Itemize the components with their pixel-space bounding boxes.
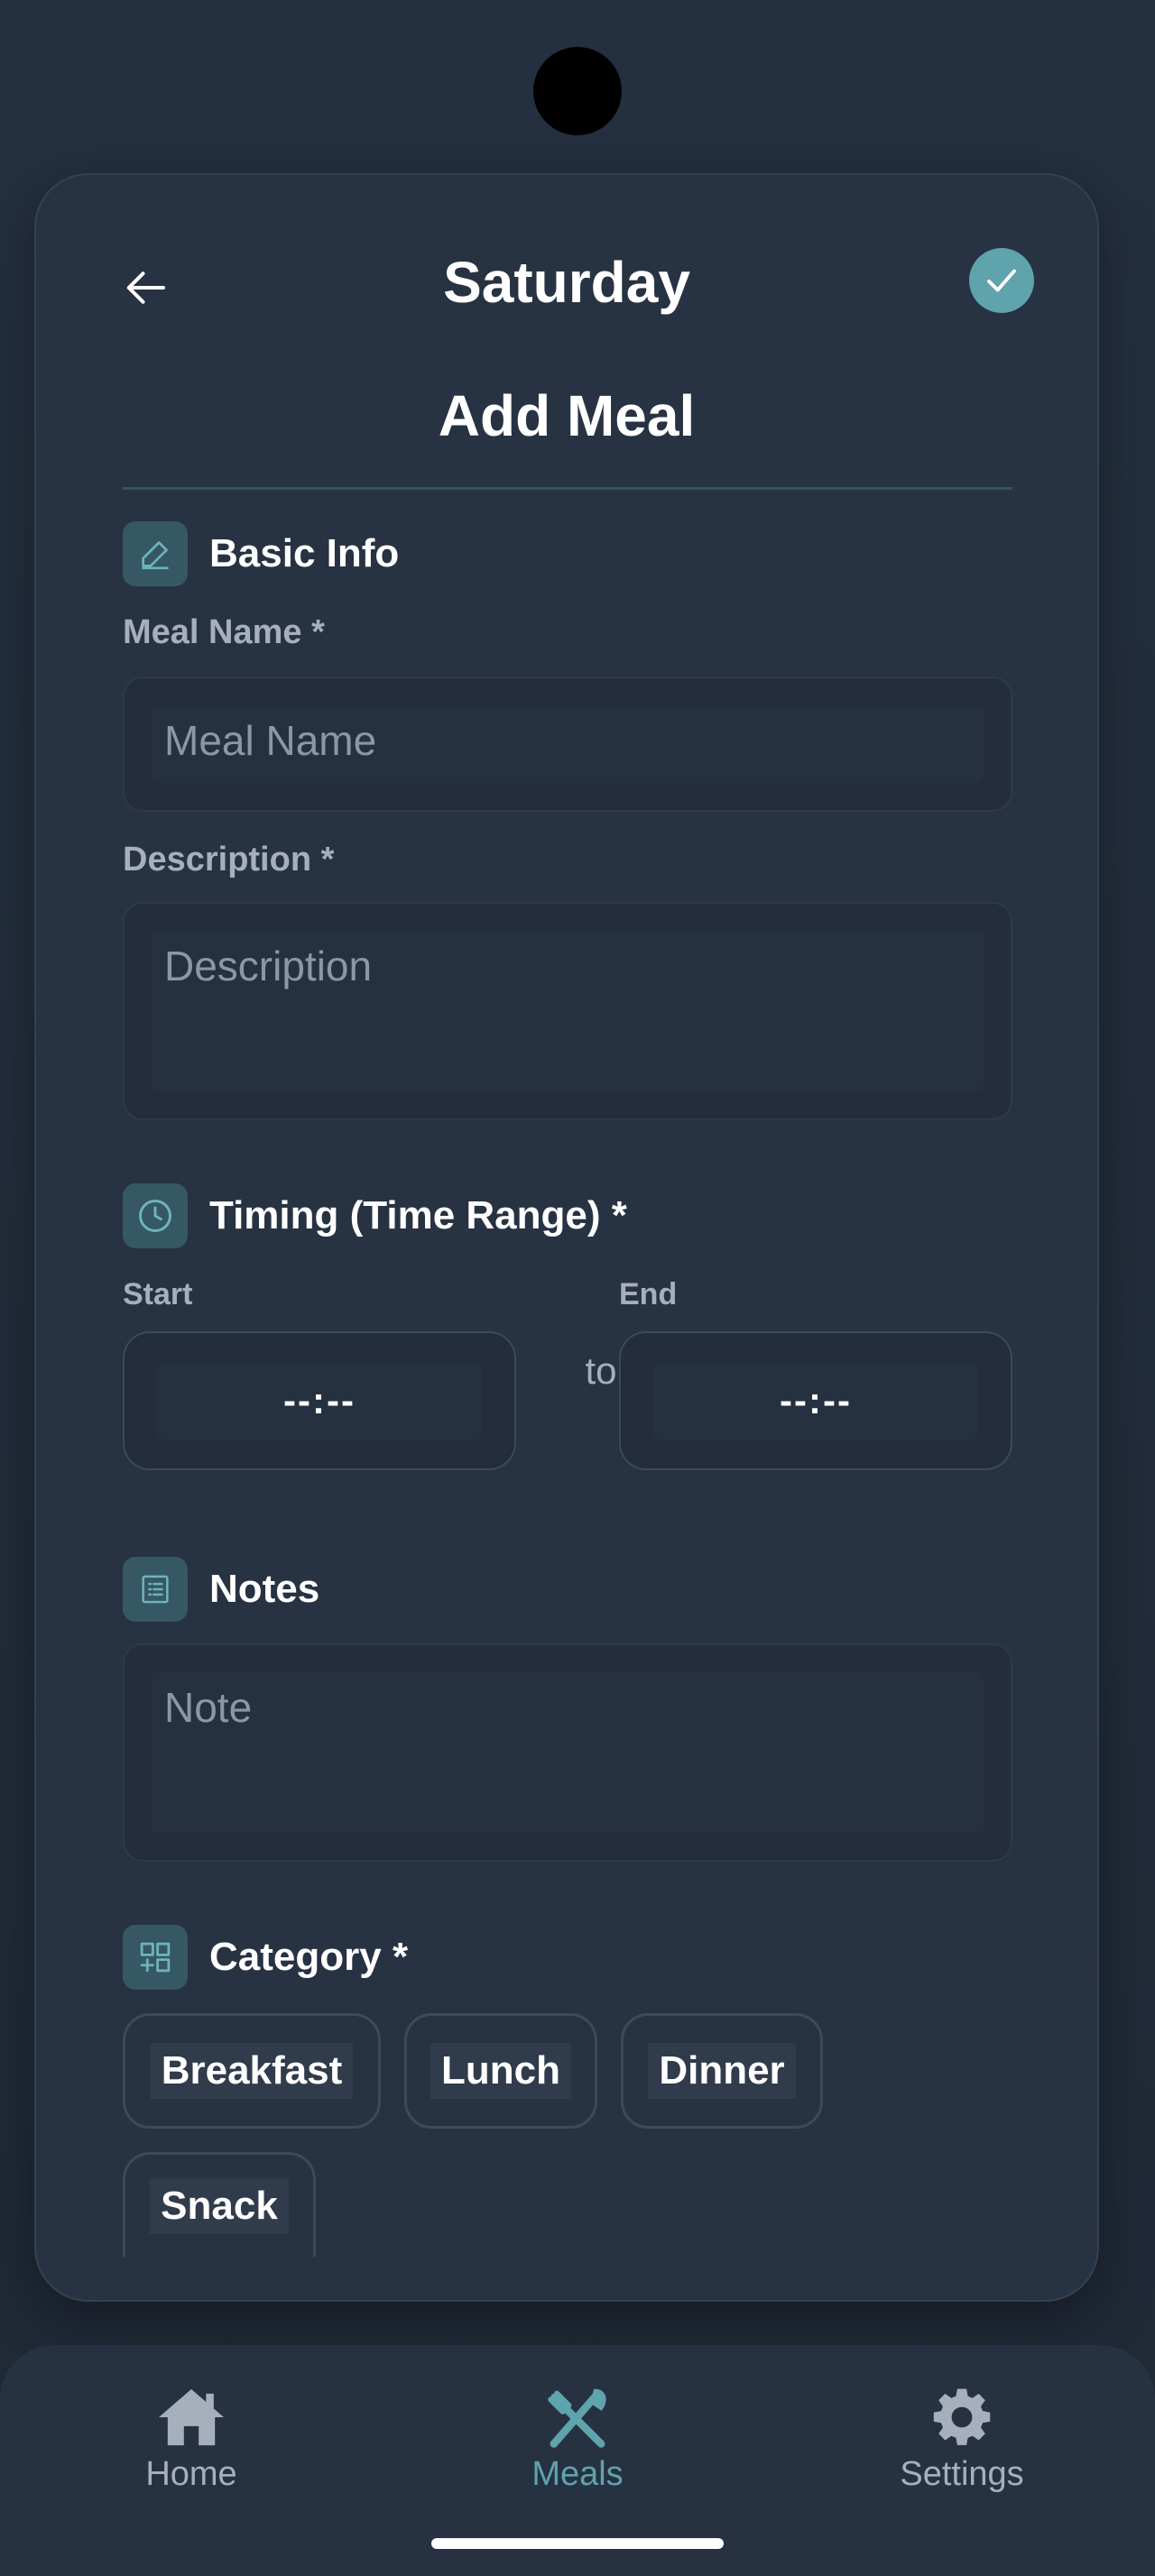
pencil-icon	[123, 521, 188, 586]
timing-header: Timing (Time Range) *	[123, 1183, 627, 1248]
nav-item-meals[interactable]: Meals	[478, 2385, 677, 2494]
clock-icon	[123, 1183, 188, 1248]
grid-plus-icon	[123, 1925, 188, 1990]
nav-label-meals: Meals	[531, 2455, 624, 2493]
chip-label: Lunch	[430, 2043, 571, 2099]
start-time-field[interactable]: --:--	[123, 1331, 516, 1470]
meal-name-input[interactable]: Meal Name	[152, 705, 984, 783]
description-field[interactable]: Description	[123, 902, 1012, 1120]
to-label: to	[585, 1349, 617, 1392]
utensils-icon	[548, 2388, 606, 2448]
save-button[interactable]	[969, 248, 1034, 313]
end-label: End	[619, 1277, 678, 1311]
category-header: Category *	[123, 1925, 408, 1990]
start-label: Start	[123, 1277, 193, 1311]
home-icon	[159, 2388, 224, 2446]
page-title: Add Meal	[438, 383, 696, 448]
category-title: Category *	[209, 1935, 409, 1979]
category-chip-snack[interactable]: Snack	[123, 2152, 316, 2257]
note-field[interactable]: Note	[123, 1643, 1012, 1862]
checkmark-icon	[987, 269, 1016, 292]
header-divider	[123, 487, 1012, 490]
card-header: Saturday	[36, 175, 1097, 391]
description-input[interactable]: Description	[152, 931, 984, 1091]
meal-name-field[interactable]: Meal Name	[123, 676, 1012, 812]
notes-title: Notes	[209, 1567, 320, 1611]
list-icon	[123, 1557, 188, 1622]
camera-cutout	[533, 47, 622, 135]
meal-name-label: Meal Name *	[123, 613, 325, 651]
category-chip-dinner[interactable]: Dinner	[621, 2013, 823, 2129]
nav-item-home[interactable]: Home	[92, 2385, 291, 2494]
home-indicator[interactable]	[431, 2538, 724, 2549]
end-time-field[interactable]: --:--	[619, 1331, 1012, 1470]
note-input[interactable]: Note	[152, 1672, 984, 1833]
notes-header: Notes	[123, 1557, 319, 1622]
start-time-value[interactable]: --:--	[157, 1362, 482, 1440]
basic-info-title: Basic Info	[209, 531, 400, 575]
gear-icon	[933, 2388, 991, 2445]
nav-label-home: Home	[145, 2455, 237, 2493]
add-meal-card: Saturday Add Meal Basic Info Meal Name *…	[34, 173, 1099, 2302]
category-chip-breakfast[interactable]: Breakfast	[123, 2013, 381, 2129]
timing-title: Timing (Time Range) *	[209, 1193, 627, 1237]
nav-item-settings[interactable]: Settings	[863, 2385, 1061, 2494]
nav-label-settings: Settings	[900, 2455, 1024, 2493]
category-chip-lunch[interactable]: Lunch	[404, 2013, 597, 2129]
chip-label: Dinner	[648, 2043, 796, 2099]
app-screen: Saturday Add Meal Basic Info Meal Name *…	[0, 0, 1155, 2576]
basic-info-header: Basic Info	[123, 521, 399, 586]
day-title: Saturday	[443, 250, 690, 315]
chip-label: Breakfast	[150, 2043, 354, 2099]
chip-label: Snack	[150, 2177, 289, 2234]
end-time-value[interactable]: --:--	[653, 1362, 978, 1440]
description-label: Description *	[123, 841, 335, 879]
